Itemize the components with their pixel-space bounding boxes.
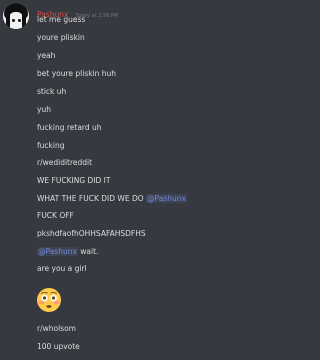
message-text: stick uh: [37, 87, 67, 96]
flushed-face-emoji: [37, 288, 61, 312]
message-line: fucking retard uh: [37, 123, 102, 133]
message-text: yuh: [37, 105, 51, 114]
message-text: WHAT THE FUCK DID WE DO: [37, 194, 147, 203]
user-avatar[interactable]: [3, 3, 29, 29]
message-text: r/wediditreddit: [37, 158, 93, 167]
message-text: let me guess: [37, 15, 86, 24]
message-line: bet youre pliskin huh: [37, 69, 116, 79]
message-text: youre pliskin: [37, 33, 85, 42]
message-text: pkshdfaofhOHHSAFAHSDFHS: [37, 229, 146, 238]
avatar-hair-left: [6, 13, 10, 29]
message-line: FUCK OFF: [37, 211, 74, 221]
user-mention[interactable]: @Pashunx: [37, 247, 78, 256]
message-line: yeah: [37, 51, 55, 61]
user-mention[interactable]: @Pashunx: [146, 194, 187, 203]
message-line: 100 upvote: [37, 342, 80, 352]
message-line: let me guess: [37, 15, 85, 25]
message-line: r/wholsom: [37, 324, 76, 334]
message-line: are you a girl: [37, 264, 87, 274]
message-text: 100 upvote: [37, 342, 80, 351]
message-line: @Pashunx wait.: [37, 247, 98, 257]
avatar-eye-left: [12, 19, 15, 22]
chat-message-group: Pashunx Today at 2:56 PM let me guess yo…: [0, 0, 259, 360]
message-text: FUCK OFF: [37, 211, 74, 220]
message-text: yeah: [37, 51, 56, 60]
avatar-eye-right: [18, 19, 21, 22]
avatar-hair-right: [22, 13, 26, 29]
message-line: stick uh: [37, 87, 66, 97]
message-line: WE FUCKING DID IT: [37, 176, 110, 186]
message-line: r/wediditreddit: [37, 158, 92, 168]
message-text: bet youre pliskin huh: [37, 69, 117, 78]
message-text: fucking: [37, 141, 65, 150]
message-line: youre pliskin: [37, 33, 85, 43]
message-text: wait.: [77, 247, 99, 256]
message-text: are you a girl: [37, 264, 87, 273]
message-text: r/wholsom: [37, 324, 76, 333]
message-text: fucking retard uh: [37, 123, 102, 132]
message-line: WHAT THE FUCK DID WE DO @Pashunx: [37, 194, 187, 204]
message-line: yuh: [37, 105, 51, 115]
message-text: WE FUCKING DID IT: [37, 176, 111, 185]
message-line: fucking: [37, 141, 64, 151]
message-line: pkshdfaofhOHHSAFAHSDFHS: [37, 229, 146, 239]
